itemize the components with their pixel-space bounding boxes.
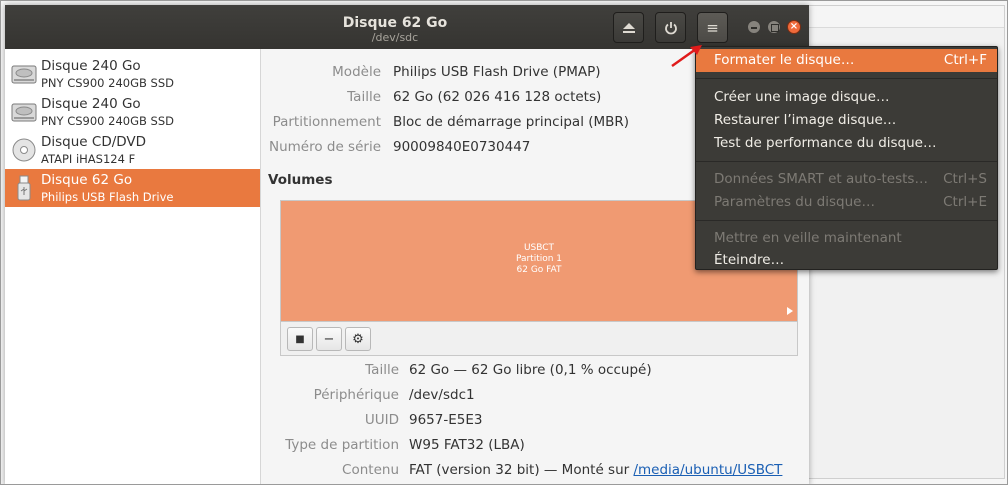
menu-item-label: Restaurer l’image disque…: [714, 112, 897, 128]
hamburger-menu-icon: ≡: [706, 18, 719, 37]
menu-item-create-image[interactable]: Créer une image disque…: [696, 86, 997, 109]
menu-item-shortcut: Ctrl+F: [943, 52, 987, 68]
menu-item-label: Formater le disque…: [714, 52, 855, 68]
drive-item-selected[interactable]: Disque 62 Go Philips USB Flash Drive: [5, 169, 260, 207]
menu-separator: [696, 78, 997, 79]
menu-item-standby[interactable]: Mettre en veille maintenant: [696, 227, 997, 250]
menu-item-benchmark[interactable]: Test de performance du disque…: [696, 132, 997, 155]
window-title: Disque 62 Go: [342, 15, 448, 31]
partition-settings-button[interactable]: ⚙: [345, 327, 371, 351]
drive-item[interactable]: Disque CD/DVD ATAPI iHAS124 F: [5, 131, 260, 169]
drive-model: Philips USB Flash Drive: [41, 190, 174, 204]
menu-item-shortcut: Ctrl+S: [943, 171, 987, 187]
uuid-label: UUID: [364, 412, 399, 428]
stop-icon: ■: [295, 333, 305, 345]
serial-label: Numéro de série: [268, 139, 381, 155]
drive-name: Disque 240 Go: [41, 96, 141, 112]
hard-disk-icon: [11, 103, 37, 122]
menu-item-shortcut: Ctrl+E: [943, 194, 987, 210]
hard-disk-icon: [11, 65, 37, 84]
partitioning-label: Partitionnement: [272, 114, 381, 130]
disks-window: Disque 62 Go /dev/sdc ≡ × Disque 240 Go …: [5, 5, 809, 484]
serial-value: 90009840E0730447: [393, 139, 531, 155]
uuid-value: 9657-E5E3: [409, 412, 483, 428]
annotation-arrow-icon: [671, 45, 702, 68]
volumes-title: Volumes: [268, 172, 333, 188]
menu-item-label: Données SMART et auto-tests…: [714, 171, 928, 187]
close-icon: ×: [789, 21, 799, 32]
contents-value: FAT (version 32 bit) — Monté sur /media/…: [409, 462, 782, 478]
drive-name: Disque 240 Go: [41, 58, 141, 74]
model-label: Modèle: [332, 64, 381, 80]
disk-menu-popover: Formater le disque… Ctrl+F Créer une ima…: [695, 46, 998, 270]
volume-toolbar: ■ − ⚙: [280, 322, 798, 356]
menu-item-label: Éteindre…: [714, 252, 785, 268]
size-value: 62 Go (62 026 416 128 octets): [393, 89, 602, 105]
menu-separator: [696, 161, 997, 162]
drive-model: PNY CS900 240GB SSD: [41, 76, 175, 90]
partition-type-value: W95 FAT32 (LBA): [409, 437, 525, 453]
eject-icon: [622, 22, 635, 33]
menu-item-label: Créer une image disque…: [714, 89, 890, 105]
screenshot-frame: Disque 62 Go /dev/sdc ≡ × Disque 240 Go …: [0, 0, 1008, 485]
close-button[interactable]: ×: [787, 20, 801, 34]
drive-model: PNY CS900 240GB SSD: [41, 114, 175, 128]
partition-type-label: Type de partition: [285, 437, 399, 453]
drive-name: Disque 62 Go: [41, 172, 133, 188]
volume-size-label: Taille: [365, 362, 399, 378]
menu-separator: [696, 220, 997, 221]
power-off-button[interactable]: [655, 12, 686, 43]
minimize-button[interactable]: [747, 20, 761, 34]
menu-item-smart[interactable]: Données SMART et auto-tests… Ctrl+S: [696, 168, 997, 191]
device-label: Périphérique: [313, 387, 399, 403]
window-subtitle: /dev/sdc: [371, 31, 419, 44]
eject-button[interactable]: [613, 12, 644, 43]
drive-item[interactable]: Disque 240 Go PNY CS900 240GB SSD: [5, 93, 260, 131]
partitioning-value: Bloc de démarrage principal (MBR): [393, 114, 630, 130]
menu-item-format-disk[interactable]: Formater le disque… Ctrl+F: [696, 49, 997, 72]
mount-point-link[interactable]: /media/ubuntu/USBCT: [633, 462, 782, 478]
contents-label: Contenu: [342, 462, 399, 478]
gears-icon: ⚙: [352, 331, 364, 347]
size-label: Taille: [347, 89, 381, 105]
menu-item-label: Mettre en veille maintenant: [714, 230, 902, 246]
maximize-button[interactable]: [767, 20, 781, 34]
unmount-button[interactable]: ■: [287, 327, 313, 351]
usb-drive-icon: [17, 175, 31, 201]
drive-name: Disque CD/DVD: [41, 134, 147, 150]
menu-button[interactable]: ≡: [697, 12, 728, 43]
device-value: /dev/sdc1: [409, 387, 475, 403]
drive-item[interactable]: Disque 240 Go PNY CS900 240GB SSD: [5, 55, 260, 93]
menu-item-drive-settings[interactable]: Paramètres du disque… Ctrl+E: [696, 191, 997, 214]
menu-item-power-off[interactable]: Éteindre…: [696, 249, 997, 272]
menu-item-label: Paramètres du disque…: [714, 194, 875, 210]
play-icon: [787, 307, 793, 315]
power-icon: [664, 21, 677, 34]
model-value: Philips USB Flash Drive (PMAP): [393, 64, 601, 80]
background-window-titlebar: [792, 6, 1004, 28]
optical-disc-icon: [12, 138, 36, 162]
drive-model: ATAPI iHAS124 F: [41, 152, 136, 166]
contents-text: FAT (version 32 bit) — Monté sur: [409, 462, 634, 478]
minus-icon: −: [323, 331, 335, 347]
volume-size-value: 62 Go — 62 Go libre (0,1 % occupé): [409, 362, 652, 378]
menu-item-restore-image[interactable]: Restaurer l’image disque…: [696, 109, 997, 132]
drives-sidebar: Disque 240 Go PNY CS900 240GB SSD Disque…: [5, 49, 261, 484]
delete-partition-button[interactable]: −: [316, 327, 342, 351]
menu-item-label: Test de performance du disque…: [714, 135, 937, 151]
